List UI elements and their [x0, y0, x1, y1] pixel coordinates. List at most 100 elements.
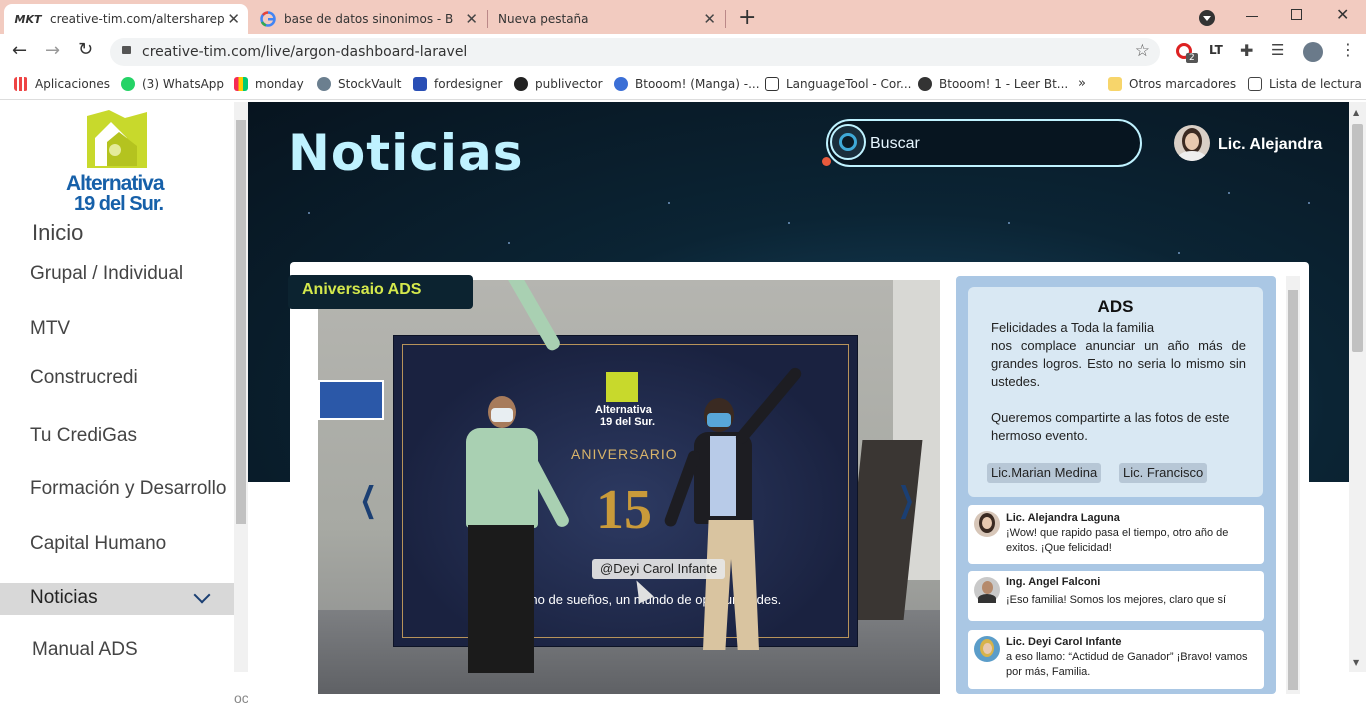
- comment-author: Lic. Alejandra Laguna: [1006, 512, 1120, 524]
- restore-icon[interactable]: [1291, 9, 1302, 20]
- post-category-badge: Aniversaio ADS: [288, 275, 473, 309]
- nav-item-formacion[interactable]: Formación y Desarrollo: [30, 478, 226, 500]
- minimize-icon[interactable]: [1246, 16, 1258, 17]
- nav-item-mtv[interactable]: MTV: [30, 318, 70, 340]
- page-title: Noticias: [288, 124, 524, 182]
- bookmark-fordesigner[interactable]: fordesigner: [413, 77, 502, 91]
- page-scrollbar[interactable]: ▲ ▼: [1349, 102, 1366, 672]
- search-placeholder: Buscar: [870, 135, 920, 152]
- comment-text: ¡Eso familia! Somos los mejores, claro q…: [1006, 594, 1227, 606]
- whatsapp-icon: [121, 77, 135, 91]
- photo-tag[interactable]: @Deyi Carol Infante: [592, 559, 726, 579]
- bookmarks-overflow-icon[interactable]: »: [1078, 76, 1086, 91]
- bookmark-label: LanguageTool - Cor...: [786, 77, 912, 91]
- bookmark-monday[interactable]: monday: [234, 77, 304, 91]
- post-body-line1: Felicidades a Toda la familia: [991, 320, 1155, 335]
- forward-icon[interactable]: →: [45, 40, 60, 61]
- tag-chip[interactable]: Lic.Marian Medina: [987, 463, 1102, 483]
- address-bar[interactable]: creative-tim.com/live/argon-dashboard-la…: [110, 38, 1160, 66]
- carousel-next-icon[interactable]: ❯: [898, 480, 915, 520]
- safety-sign: [318, 380, 384, 420]
- panel-scrollbar[interactable]: [1286, 276, 1300, 694]
- person-body: [466, 428, 538, 528]
- banner-logo-text: Alternativa: [595, 404, 652, 416]
- nav-item-construcredi[interactable]: Construcredi: [30, 367, 138, 389]
- tab-google-search[interactable]: base de datos sinonimos - Busca ✕: [250, 4, 486, 34]
- comment-item: Lic. Deyi Carol Infante a eso llamo: “Ac…: [968, 630, 1264, 689]
- close-tab-icon[interactable]: ✕: [465, 10, 478, 28]
- chevron-down-icon[interactable]: [193, 586, 211, 604]
- new-tab-icon[interactable]: +: [738, 5, 756, 30]
- user-name[interactable]: Lic. Alejandra: [1218, 136, 1322, 154]
- search-dot-icon: [822, 157, 831, 166]
- tab-new-tab[interactable]: Nueva pestaña ✕: [488, 4, 724, 34]
- back-icon[interactable]: ←: [12, 40, 27, 61]
- extensions-puzzle-icon[interactable]: ✚: [1240, 41, 1253, 60]
- url-text: creative-tim.com/live/argon-dashboard-la…: [142, 44, 468, 60]
- nav-item-capital-humano[interactable]: Capital Humano: [30, 533, 166, 555]
- apps-grid-icon: [14, 77, 28, 91]
- comment-item: Lic. Alejandra Laguna ¡Wow! que rapido p…: [968, 505, 1264, 564]
- carousel-prev-icon[interactable]: ❮: [360, 480, 377, 520]
- nav-item-manual-ads[interactable]: Manual ADS: [32, 639, 138, 661]
- bookmark-label: publivector: [535, 77, 603, 91]
- main-content: Noticias Buscar Lic. Alejandra Alternati…: [248, 102, 1349, 728]
- mkt-favicon-icon: MKT: [14, 12, 42, 26]
- scroll-up-icon[interactable]: ▲: [1353, 108, 1359, 117]
- sidebar: Alternativa 19 del Sur. Inicio Grupal / …: [0, 102, 295, 728]
- nav-item-inicio[interactable]: Inicio: [32, 220, 83, 246]
- sidebar-scrollbar[interactable]: [234, 102, 248, 672]
- profile-avatar-icon[interactable]: [1303, 42, 1323, 62]
- scroll-down-icon[interactable]: ▼: [1353, 658, 1359, 667]
- avatar: [974, 511, 1000, 537]
- avatar: [974, 636, 1000, 662]
- post-body-line2: nos complace anunciar un año más de gran…: [991, 338, 1246, 389]
- reload-icon[interactable]: ↻: [78, 39, 93, 60]
- bookmarks-bar: Aplicaciones (3) WhatsApp monday StockVa…: [0, 70, 1366, 100]
- monday-icon: [234, 77, 248, 91]
- browser-tab-strip: MKT creative-tim.com/altersharepoint ✕ b…: [0, 0, 1366, 34]
- bookmark-whatsapp[interactable]: (3) WhatsApp: [121, 77, 224, 91]
- bookmark-other[interactable]: Otros marcadores: [1108, 77, 1236, 91]
- banner-logo-icon: [606, 372, 638, 402]
- news-photo[interactable]: Alternativa 19 del Sur. ANIVERSARIO 15 U…: [318, 280, 940, 694]
- bookmark-btooom-manga[interactable]: Btooom! (Manga) -...: [614, 77, 760, 91]
- banner-logo-subtext: 19 del Sur.: [600, 416, 656, 428]
- comment-author: Lic. Deyi Carol Infante: [1006, 636, 1122, 648]
- languagetool-icon[interactable]: LT: [1209, 43, 1223, 57]
- banner-heading: ANIVERSARIO: [571, 446, 678, 462]
- close-tab-icon[interactable]: ✕: [227, 10, 240, 28]
- close-tab-icon[interactable]: ✕: [703, 10, 716, 28]
- avatar: [974, 577, 1000, 603]
- comment-text: a eso llamo: “Actidud de Ganador” ¡Bravo…: [1006, 651, 1248, 678]
- post-title: ADS: [1097, 297, 1134, 316]
- person-legs: [468, 525, 534, 673]
- nav-item-credigas[interactable]: Tu CrediGas: [30, 425, 137, 447]
- bookmark-label: Btooom! (Manga) -...: [635, 77, 760, 91]
- menu-kebab-icon[interactable]: ⋮: [1340, 40, 1356, 59]
- bookmark-label: Btooom! 1 - Leer Bt...: [939, 77, 1069, 91]
- tab-altersharepoint[interactable]: MKT creative-tim.com/altersharepoint ✕: [4, 4, 248, 34]
- tab-title: creative-tim.com/altersharepoint: [50, 12, 225, 26]
- close-window-icon[interactable]: ✕: [1336, 5, 1349, 24]
- bookmark-languagetool[interactable]: LanguageTool - Cor...: [765, 77, 911, 91]
- nav-item-noticias[interactable]: Noticias: [0, 583, 234, 615]
- bookmark-label: (3) WhatsApp: [142, 77, 225, 91]
- fordesigner-icon: [413, 77, 427, 91]
- bookmark-star-icon[interactable]: ☆: [1135, 41, 1150, 61]
- reading-list-icon[interactable]: ☰: [1271, 41, 1284, 59]
- user-avatar[interactable]: [1174, 125, 1210, 161]
- search-icon[interactable]: [830, 124, 866, 160]
- tab-search-icon[interactable]: [1199, 10, 1215, 26]
- bookmark-reading-list[interactable]: Lista de lectura: [1248, 77, 1362, 91]
- bookmark-label: Aplicaciones: [35, 77, 110, 91]
- google-favicon-icon: [260, 11, 276, 27]
- bookmark-btooom-leer[interactable]: Btooom! 1 - Leer Bt...: [918, 77, 1068, 91]
- tag-chip[interactable]: Lic. Francisco: [1119, 463, 1208, 483]
- bookmark-stockvault[interactable]: StockVault: [317, 77, 402, 91]
- bookmark-apps[interactable]: Aplicaciones: [14, 77, 110, 91]
- lock-icon: [122, 46, 131, 54]
- bookmark-publivector[interactable]: publivector: [514, 77, 603, 91]
- brand-logo-icon: [85, 108, 149, 170]
- nav-item-grupal-individual[interactable]: Grupal / Individual: [30, 263, 183, 285]
